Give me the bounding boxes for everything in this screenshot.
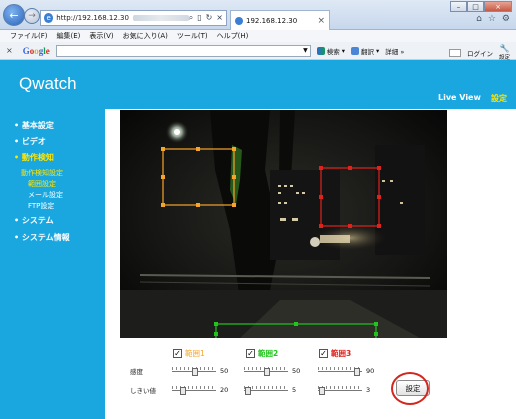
sidebar-item-motion-detection[interactable]: • 動作検知 [14, 152, 54, 163]
slider-thumb[interactable] [245, 387, 251, 395]
region-2-toggle[interactable]: ✓ 範囲2 [246, 348, 278, 359]
region-1-sensitivity-slider[interactable] [172, 364, 216, 378]
shop-sign [320, 235, 350, 243]
menu-help[interactable]: ヘルプ(H) [217, 31, 249, 41]
region-1-toggle[interactable]: ✓ 範囲1 [173, 348, 205, 359]
forward-button[interactable]: → [24, 8, 40, 24]
tab-current[interactable]: 192.168.12.30 × [230, 10, 330, 30]
sensitivity-label: 感度 [130, 368, 143, 376]
car-light [310, 237, 320, 247]
google-toolbar: × Google ▼ 検索 ▾ 翻訳 ▾ 詳細 » ログイン 🔧 設定 [0, 42, 516, 61]
details-button[interactable]: 詳細 » [385, 46, 404, 56]
forward-arrow-icon: → [28, 11, 36, 21]
region-2-checkbox[interactable]: ✓ [246, 349, 255, 358]
sidebar-sub-motion-settings[interactable]: 動作検知設定 [21, 168, 63, 178]
stop-icon[interactable]: × [216, 13, 223, 23]
region-1-threshold-value: 20 [220, 386, 229, 394]
url-text: http://192.168.12.30 [56, 14, 129, 22]
region-2-sensitivity-value: 50 [292, 367, 301, 375]
sidebar-sub-ftp-settings[interactable]: FTP設定 [28, 201, 54, 211]
region-1-label: 範囲1 [185, 349, 205, 358]
home-icon[interactable]: ⌂ [476, 14, 482, 24]
slider-thumb[interactable] [354, 368, 360, 376]
sidebar-item-video[interactable]: • ビデオ [14, 136, 46, 147]
google-search-input[interactable]: ▼ [55, 44, 311, 57]
url-redacted [132, 15, 189, 21]
translate-icon [351, 46, 359, 55]
region-2-threshold-value: 5 [292, 386, 297, 394]
region-1-checkbox[interactable]: ✓ [173, 349, 182, 358]
region-3-checkbox[interactable]: ✓ [319, 349, 328, 358]
address-bar[interactable]: e http://192.168.12.30 ⌕ ▯ ↻ × [40, 10, 227, 26]
chevron-down-icon[interactable]: ▼ [303, 47, 308, 54]
menu-tools[interactable]: ツール(T) [177, 31, 208, 41]
threshold-label: しきい値 [130, 387, 156, 395]
region-3-label: 範囲3 [331, 349, 352, 358]
login-link[interactable]: ログイン [467, 48, 493, 58]
menu-file[interactable]: ファイル(F) [10, 31, 48, 41]
sidebar-item-system[interactable]: • システム [14, 215, 54, 226]
region-3-sensitivity-value: 90 [366, 367, 375, 375]
window-controls: – □ × [450, 1, 512, 12]
menu-view[interactable]: 表示(V) [89, 31, 113, 41]
region-1-sensitivity-value: 50 [220, 367, 229, 375]
back-arrow-icon: ← [9, 8, 19, 22]
region-3-threshold-slider[interactable] [318, 383, 362, 397]
menu-bar: ファイル(F) 編集(E) 表示(V) お気に入り(A) ツール(T) ヘルプ(… [0, 30, 516, 42]
translate-button[interactable]: 翻訳 ▾ [351, 46, 379, 56]
camera-view[interactable] [120, 110, 447, 338]
menu-edit[interactable]: 編集(E) [57, 31, 81, 41]
region-2-threshold-slider[interactable] [244, 383, 288, 397]
nav-settings[interactable]: 設定 [491, 93, 507, 104]
region-2-label: 範囲2 [258, 349, 279, 358]
close-window-button[interactable]: × [484, 1, 512, 12]
tools-gear-icon[interactable]: ⚙ [502, 14, 510, 24]
region-3-toggle[interactable]: ✓ 範囲3 [319, 348, 351, 359]
browser-chrome: ← → e http://192.168.12.30 ⌕ ▯ ↻ × 192.1… [0, 0, 516, 30]
tab-close-icon[interactable]: × [317, 16, 325, 26]
favorites-star-icon[interactable]: ☆ [488, 14, 496, 24]
refresh-icon[interactable]: ↻ [206, 13, 213, 23]
menu-favorites[interactable]: お気に入り(A) [123, 31, 168, 41]
region-3-sensitivity-slider[interactable] [318, 364, 362, 378]
back-button[interactable]: ← [3, 4, 25, 26]
ie-tab-icon [235, 16, 243, 25]
ie-icon: e [44, 13, 54, 23]
slider-thumb[interactable] [319, 387, 325, 395]
slider-thumb[interactable] [192, 368, 198, 376]
region-2-sensitivity-slider[interactable] [244, 364, 288, 378]
app-title: Qwatch [19, 74, 77, 93]
toolbar-close-icon[interactable]: × [6, 46, 13, 55]
sidebar: • 基本設定 • ビデオ • 動作検知 動作検知設定 範囲設定 メール設定 FT… [0, 109, 105, 419]
region-3-threshold-value: 3 [366, 386, 371, 394]
toolbar-toggle[interactable] [448, 48, 461, 57]
minimize-button[interactable]: – [450, 1, 467, 12]
sidebar-item-system-info[interactable]: • システム情報 [14, 232, 70, 243]
region-1-threshold-slider[interactable] [172, 383, 216, 397]
submit-settings-button[interactable]: 設定 [396, 380, 430, 396]
toolbar-settings-button[interactable]: 🔧 設定 [499, 44, 510, 61]
google-logo: Google [22, 45, 50, 56]
wrench-icon: 🔧 [499, 44, 510, 53]
search-icon[interactable]: ⌕ [189, 13, 193, 23]
compat-view-icon[interactable]: ▯ [197, 13, 201, 23]
sidebar-sub-mail-settings[interactable]: メール設定 [28, 190, 63, 200]
sidebar-sub-area-settings[interactable]: 範囲設定 [28, 179, 56, 189]
slider-thumb[interactable] [264, 368, 270, 376]
maximize-button[interactable]: □ [467, 1, 484, 12]
tab-title: 192.168.12.30 [246, 16, 298, 25]
street-lamp [174, 129, 180, 135]
google-search-button[interactable]: 検索 ▾ [316, 46, 345, 56]
sidebar-item-basic-settings[interactable]: • 基本設定 [14, 120, 54, 131]
nav-live-view[interactable]: Live View [438, 93, 481, 102]
slider-thumb[interactable] [180, 387, 186, 395]
google-icon [316, 46, 325, 55]
